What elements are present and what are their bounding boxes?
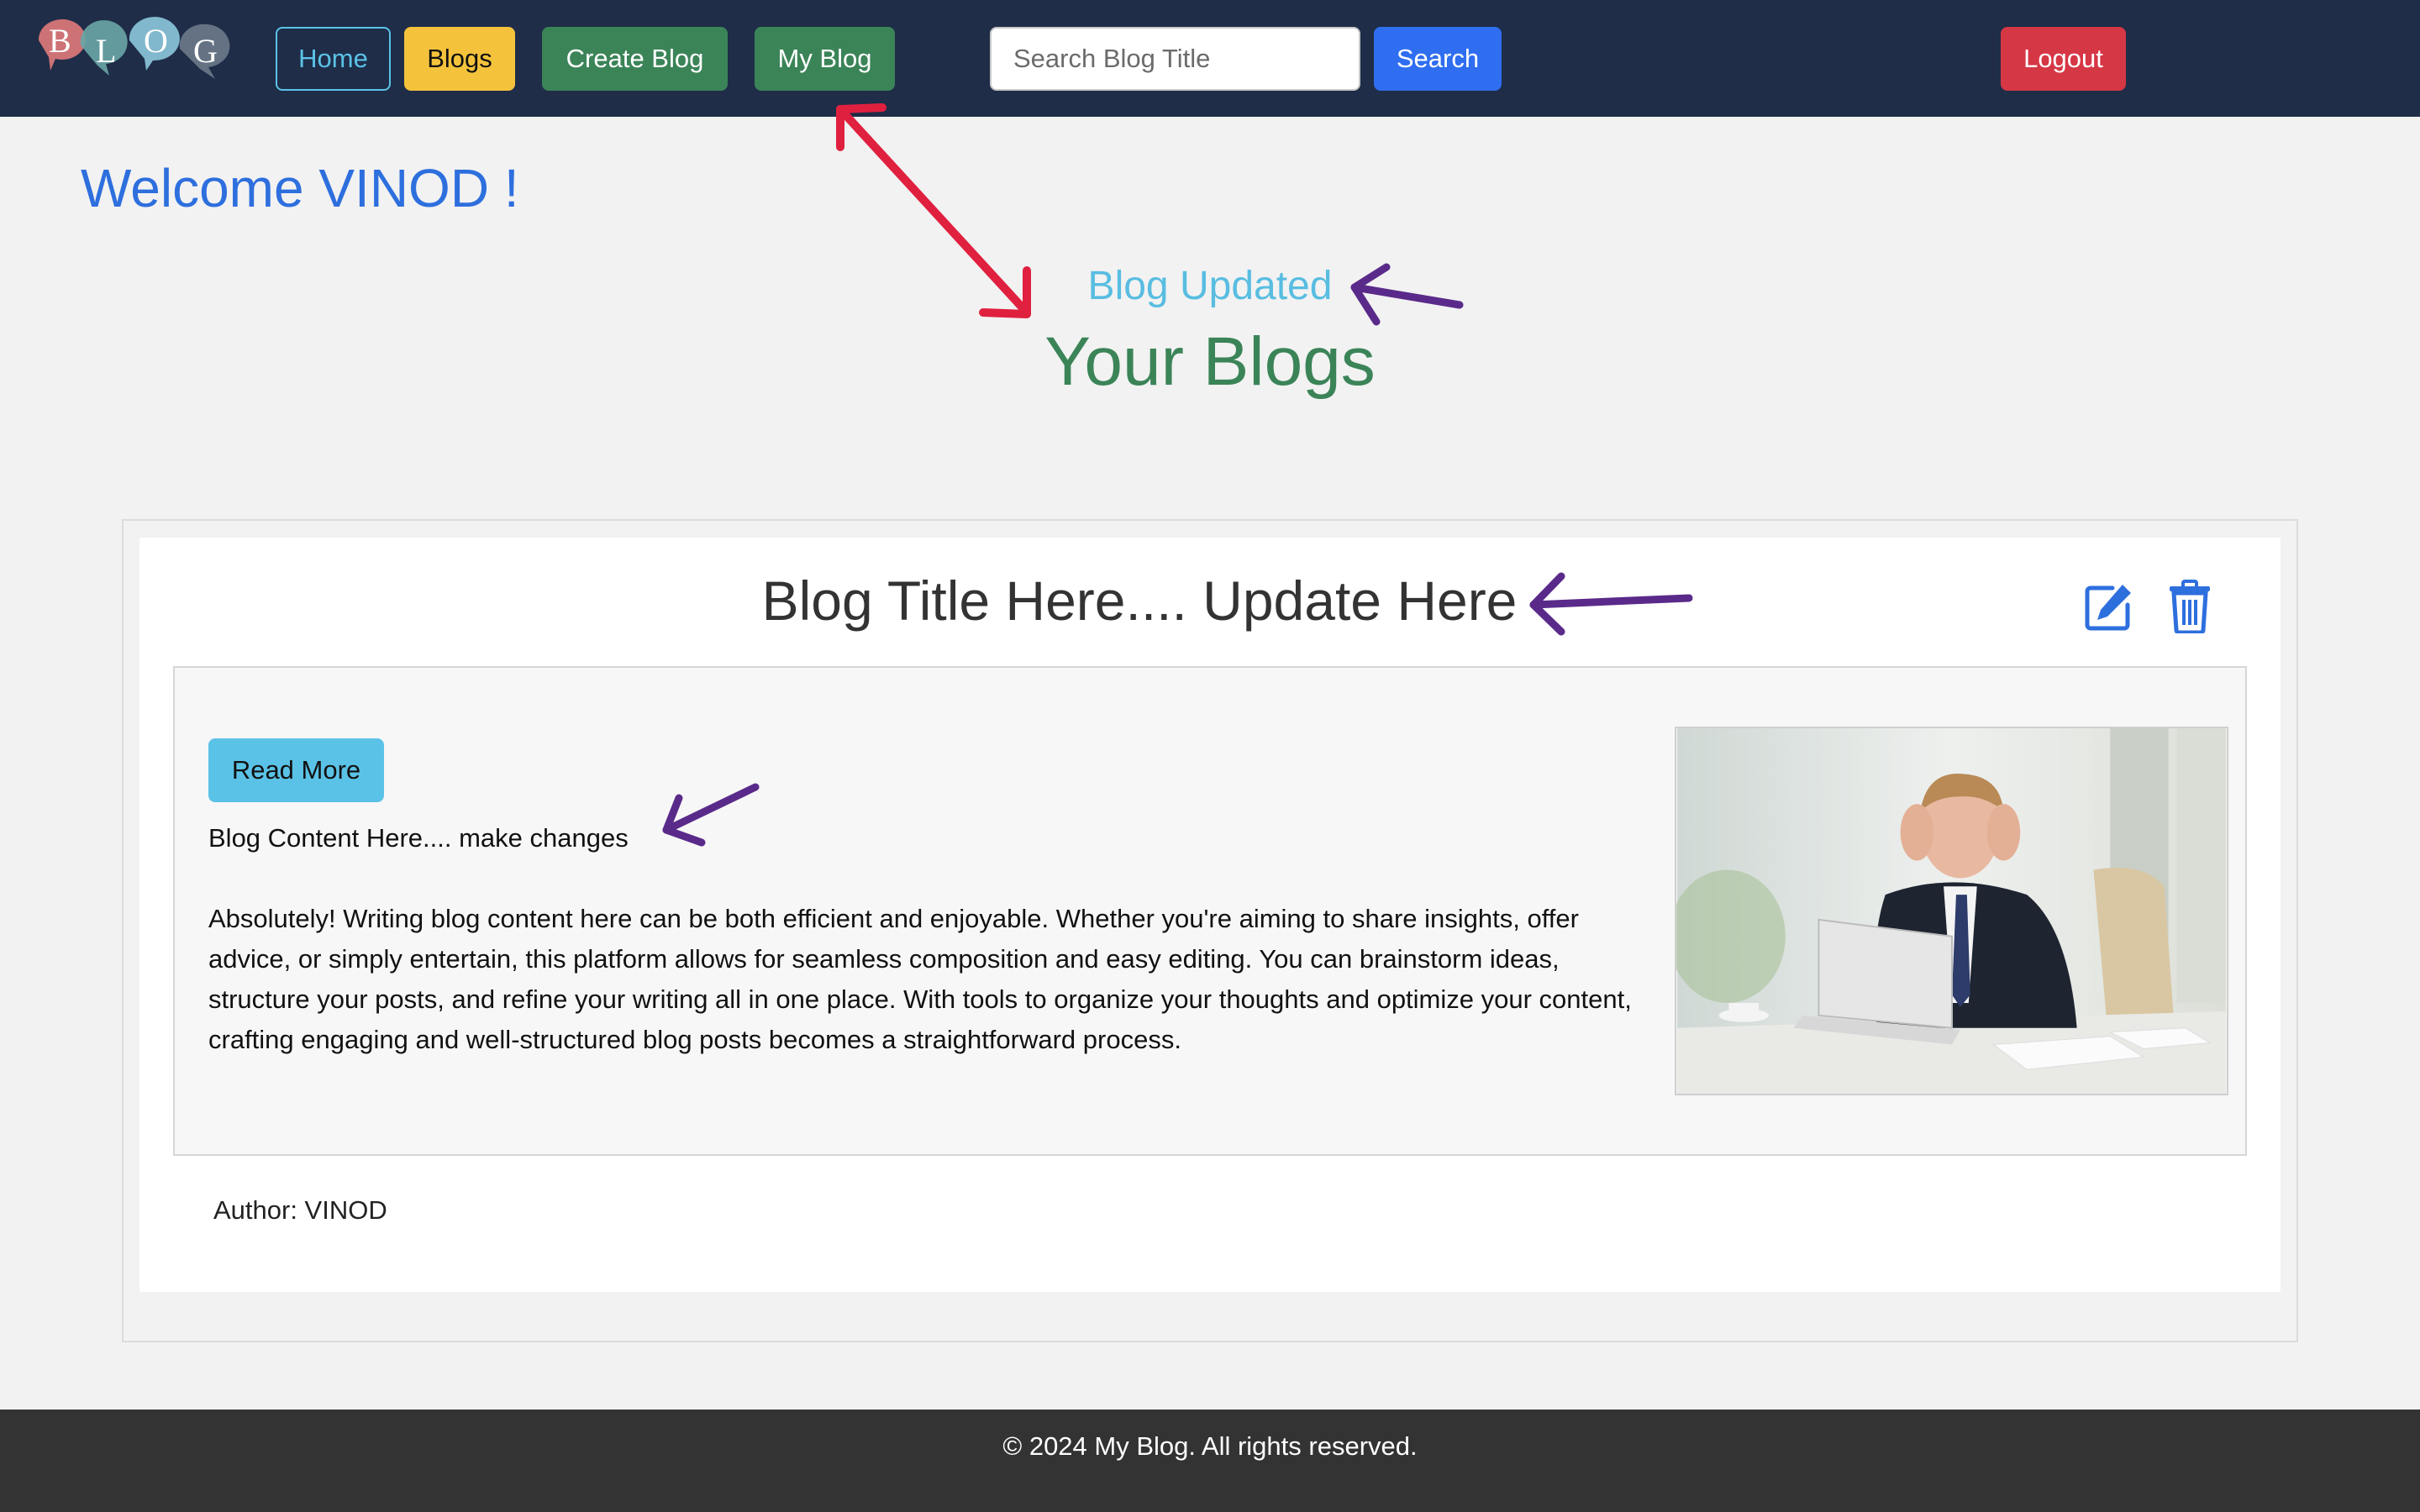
blog-content-label: Blog Content Here.... make changes [208,823,629,853]
logout-button[interactable]: Logout [2001,27,2126,91]
welcome-heading: Welcome VINOD ! [81,158,519,218]
blog-image [1675,727,2228,1095]
blog-content-body: Absolutely! Writing blog content here ca… [208,904,1632,1054]
search-input[interactable] [990,27,1360,91]
home-button[interactable]: Home [276,27,391,91]
search-button[interactable]: Search [1374,27,1502,91]
logo-letter: O [144,22,168,60]
read-more-button[interactable]: Read More [208,738,384,802]
logo-letter: L [96,32,116,70]
status-message: Blog Updated [1087,264,1333,308]
logo-letter: B [49,22,71,60]
blogs-button[interactable]: Blogs [404,27,515,91]
blog-title: Blog Title Here.... Update Here [761,570,1518,632]
logo-letter: G [193,32,218,70]
blog-author: Author: VINOD [213,1195,387,1225]
page-title: Your Blogs [1044,323,1376,400]
my-blog-button[interactable]: My Blog [755,27,895,91]
create-blog-button[interactable]: Create Blog [542,27,728,91]
edit-icon[interactable] [2084,581,2134,632]
navbar: B L O G Home Blogs Create Blog My Blog S… [0,0,2420,117]
trash-icon[interactable] [2168,580,2212,633]
footer-copyright: © 2024 My Blog. All rights reserved. [1002,1431,1418,1461]
blog-logo[interactable]: B L O G [32,15,239,87]
